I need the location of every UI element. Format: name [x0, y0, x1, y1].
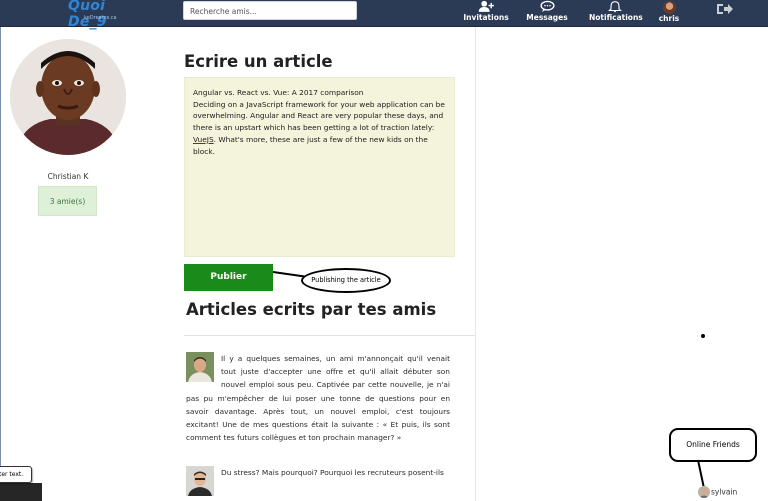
online-friend-avatar — [698, 486, 710, 498]
nav-messages[interactable]: Messages — [526, 0, 568, 27]
editor-body-text-end: . What's more, these are just a few of t… — [193, 134, 428, 156]
bell-icon — [608, 1, 622, 13]
column-divider — [475, 27, 476, 501]
profile-photo[interactable] — [10, 39, 126, 155]
annotation-publishing: Publishing the article — [301, 268, 391, 293]
nav-invitations-label: Invitations — [463, 13, 509, 22]
app-logo[interactable]: Quoi De_9 keDreams.ca — [68, 0, 148, 30]
profile-face-image — [10, 39, 126, 155]
nav-messages-label: Messages — [526, 13, 568, 22]
author-photo-1 — [186, 352, 214, 382]
article-text: Il y a quelques semaines, un ami m'annon… — [186, 354, 450, 443]
logout-icon[interactable] — [716, 2, 734, 16]
nav-user-label: chris — [658, 14, 680, 23]
online-friend-item[interactable]: sylvain — [698, 486, 737, 500]
article-editor[interactable]: Angular vs. React vs. Vue: A 2017 compar… — [184, 77, 455, 257]
annotation-pointer-line — [272, 271, 305, 278]
nav-notifications[interactable]: Notifications — [589, 0, 643, 27]
author-photo-2 — [186, 466, 214, 496]
nav-notifications-label: Notifications — [589, 13, 643, 22]
user-avatar — [662, 1, 676, 14]
editor-body-text: Deciding on a JavaScript framework for y… — [193, 99, 445, 133]
bottom-left-dark-bar — [0, 483, 42, 501]
nav-invitations[interactable]: Invitations — [463, 0, 509, 27]
friend-search-input[interactable]: Recherche amis... — [183, 1, 357, 20]
publish-button[interactable]: Publier — [184, 264, 273, 291]
top-navbar: Quoi De_9 keDreams.ca Recherche amis... … — [0, 0, 768, 30]
article-author-thumbnail[interactable] — [186, 466, 214, 496]
article-author-thumbnail[interactable] — [186, 352, 214, 382]
friends-articles-heading: Articles ecrits par tes amis — [186, 300, 437, 319]
annotation-pointer-line — [697, 459, 705, 487]
nav-user-menu[interactable]: chris — [656, 0, 682, 27]
editor-vuejs-word: VueJS — [193, 134, 214, 144]
logo-subtitle: keDreams.ca — [84, 15, 117, 21]
annotation-online-friends: Online Friends — [669, 428, 757, 462]
search-placeholder: Recherche amis... — [190, 7, 257, 16]
page-root: { "colors": { "navbar_bg": "#2b3a55", "l… — [0, 0, 768, 501]
friend-article: Il y a quelques semaines, un ami m'annon… — [186, 352, 450, 444]
editor-article-title: Angular vs. React vs. Vue: A 2017 compar… — [193, 88, 364, 97]
chat-bubbles-icon — [539, 0, 555, 13]
online-friend-name: sylvain — [711, 487, 738, 497]
friend-article: Du stress? Mais pourquoi? Pourquoi les r… — [186, 466, 450, 498]
section-divider — [184, 335, 475, 336]
write-article-heading: Ecrire un article — [184, 52, 333, 71]
stray-dot — [701, 334, 705, 338]
friends-count-badge[interactable]: 3 amie(s) — [38, 186, 97, 216]
article-text: Du stress? Mais pourquoi? Pourquoi les r… — [221, 468, 444, 477]
tooltip: ter text. — [0, 466, 32, 483]
left-edge-border — [0, 27, 1, 501]
profile-name: Christian K — [47, 172, 89, 181]
add-user-icon — [478, 0, 494, 12]
